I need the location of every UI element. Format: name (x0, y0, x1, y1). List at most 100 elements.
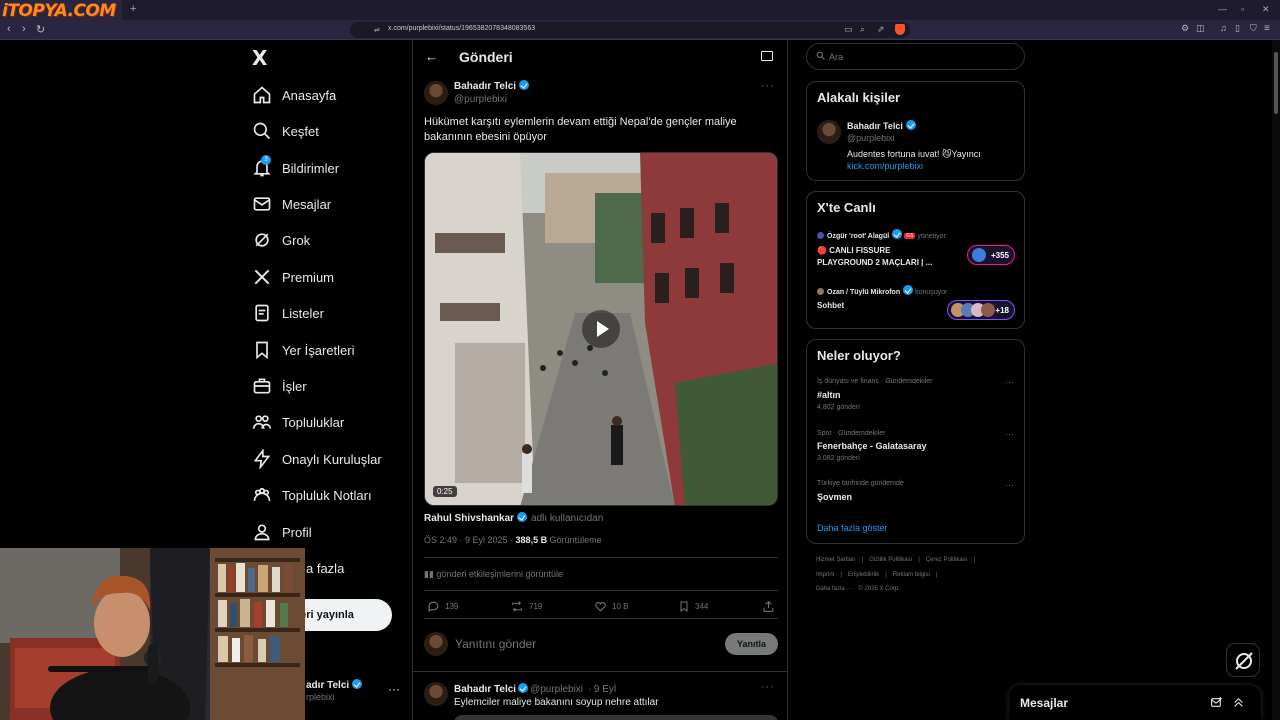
vpn-icon[interactable]: ⛉ (1250, 23, 1257, 34)
maximize-icon[interactable]: ▫ (1241, 4, 1244, 14)
sidebar-item-label: Onaylı Kuruluşlar (282, 451, 382, 467)
trend-more-icon[interactable]: ··· (1005, 429, 1014, 439)
sidebar-item-verified-orgs[interactable]: Onaylı Kuruluşlar (252, 447, 382, 471)
trend-more-icon[interactable]: ··· (1005, 480, 1014, 490)
footer-separator: | (935, 572, 938, 578)
x-logo[interactable]: X (252, 46, 267, 70)
terms-link[interactable]: Hizmet Şartları (816, 557, 856, 563)
next-author-avatar[interactable] (424, 682, 448, 706)
view-engagements-link[interactable]: ▮▮ gönderi etkileşimlerini görüntüle (424, 569, 563, 580)
url-bar[interactable]: ⇌ x.com/purplebixi/status/19653820783480… (350, 22, 910, 38)
trend-name[interactable]: #altın (817, 390, 841, 400)
back-icon[interactable]: ‹ (7, 23, 11, 35)
reload-icon[interactable]: ↻ (36, 23, 45, 36)
share-icon[interactable]: ⇗ (877, 24, 885, 35)
trend-name[interactable]: Şovmen (817, 492, 852, 502)
reply-button[interactable]: Yanıtla (725, 633, 778, 655)
webcam-overlay (0, 548, 305, 720)
play-icon[interactable] (582, 310, 620, 348)
sidebar-item-communities[interactable]: Topluluklar (252, 410, 344, 434)
reply-action[interactable]: 139 (427, 600, 458, 613)
sidebar-item-bookmarks[interactable]: Yer İşaretleri (252, 338, 355, 362)
sidebar-item-label: Grok (282, 232, 311, 248)
live-listeners-pill[interactable]: +18 (947, 300, 1015, 320)
footer-more-link[interactable]: Daha fazla ··· (816, 586, 852, 592)
close-icon[interactable]: ✕ (1262, 4, 1270, 15)
reader-mode-icon[interactable] (761, 51, 773, 61)
sidebar-item-premium[interactable]: Premium (252, 265, 334, 289)
sidebar-item-label: Profil (282, 524, 312, 540)
main-column: ← Gönderi Bahadır Telci @purplebixi ··· … (412, 40, 788, 720)
new-tab-button[interactable]: + (130, 3, 136, 15)
sidebar-item-messages[interactable]: Mesajlar (252, 192, 331, 216)
zoom-icon[interactable]: ⌕ (860, 24, 865, 35)
forward-icon[interactable]: › (22, 23, 26, 35)
related-link[interactable]: kick.com/purplebixi (847, 161, 923, 171)
live-title[interactable]: Sohbet (817, 300, 844, 312)
sidebar-item-community-notes[interactable]: Topluluk Notları (252, 483, 372, 507)
show-more-link[interactable]: Daha fazla göster (817, 523, 888, 533)
account-more-icon[interactable]: ··· (388, 682, 400, 696)
accessibility-link[interactable]: Erişilebilirlik (848, 572, 879, 578)
live-listeners-pill[interactable]: +355 (967, 245, 1015, 265)
next-tweet-more-icon[interactable]: ··· (761, 681, 775, 693)
related-people-card: Alakalı kişiler Bahadır Telci @purplebix… (806, 81, 1025, 181)
related-avatar[interactable] (817, 120, 841, 144)
privacy-link[interactable]: Gizlilik Politikası (869, 557, 912, 563)
repost-action[interactable]: 719 (510, 600, 542, 613)
account-name[interactable]: adır Telci (306, 679, 363, 691)
sidebar-item-home[interactable]: Anasayfa (252, 83, 336, 107)
sidebar-toggle-icon[interactable]: ▯ (1235, 23, 1240, 34)
trend-more-icon[interactable]: ··· (1005, 377, 1014, 387)
sidebar-item-jobs[interactable]: İşler (252, 374, 307, 398)
live-host[interactable]: Ozan / Tüylü Mikrofon konuşuyor (817, 285, 947, 296)
sidebar-item-profile[interactable]: Profil (252, 520, 312, 544)
url-text[interactable]: x.com/purplebixi/status/1965382078348083… (388, 25, 535, 32)
tweet-more-icon[interactable]: ··· (761, 80, 775, 92)
imprint-link[interactable]: Imprint (816, 572, 834, 578)
cookie-link[interactable]: Çerez Politikası (926, 557, 968, 563)
author-name[interactable]: Bahadır Telci (454, 80, 530, 92)
share-action[interactable] (762, 600, 780, 613)
next-tweet-media[interactable] (454, 715, 778, 720)
sidebar-item-notifications[interactable]: 3 Bildirimler (252, 155, 339, 180)
page-scrollbar[interactable] (1272, 40, 1280, 720)
video-credit[interactable]: Rahul Shivshankar adlı kullanıcıdan (424, 512, 603, 524)
search-input[interactable]: Ara (829, 52, 843, 62)
expand-icon[interactable] (1232, 696, 1245, 709)
grok-button[interactable] (1226, 643, 1260, 677)
live-title[interactable]: 🔴 CANLI FISSURE PLAYGROUND 2 MAÇLARI | .… (817, 245, 932, 269)
music-icon[interactable]: ♫ (1220, 23, 1227, 33)
browser-tab[interactable]: iTOPYA.COM (0, 0, 122, 21)
cast-icon[interactable]: ▭ (844, 24, 853, 35)
extensions-icon[interactable]: ⚙ (1181, 23, 1189, 34)
sidebar-item-lists[interactable]: Listeler (252, 301, 324, 325)
author-handle[interactable]: @purplebixi (454, 94, 507, 105)
my-avatar[interactable] (424, 632, 448, 656)
minimize-icon[interactable]: — (1218, 4, 1227, 14)
bookmark-action[interactable]: 344 (678, 600, 708, 613)
new-message-icon[interactable] (1210, 696, 1223, 709)
tweet-video[interactable]: 0:25 (424, 152, 778, 506)
ads-info-link[interactable]: Reklam bilgisi (893, 572, 930, 578)
wallet-icon[interactable]: ◫ (1196, 23, 1205, 34)
scrollbar-thumb[interactable] (1274, 52, 1278, 114)
messages-drawer[interactable]: Mesajlar (1009, 685, 1261, 720)
live-host[interactable]: Özgür 'root' Alagül GS yönetiyor (817, 229, 946, 240)
trend-name[interactable]: Fenerbahçe - Galatasaray (817, 441, 927, 451)
x-premium-icon (254, 269, 270, 285)
related-handle[interactable]: @purplebixi (847, 133, 895, 143)
related-name[interactable]: Bahadır Telci (847, 120, 916, 131)
menu-icon[interactable]: ≡ (1264, 23, 1270, 34)
trend-category: İş dünyası ve finans · Gündemdekiler (817, 378, 933, 385)
sidebar-item-explore[interactable]: Keşfet (252, 119, 319, 143)
reply-input[interactable]: Yanıtını gönder (455, 637, 536, 651)
sidebar-item-grok[interactable]: Grok (252, 228, 310, 252)
next-tweet-author[interactable]: Bahadır Telci @purplebixi · 9 Eyl (454, 683, 616, 695)
author-avatar[interactable] (424, 81, 448, 105)
like-action[interactable]: 10 B (594, 600, 628, 613)
brave-shield-icon[interactable] (895, 24, 905, 35)
back-arrow-icon[interactable]: ← (425, 49, 438, 64)
search-box[interactable]: Ara (806, 43, 1025, 70)
site-settings-icon[interactable]: ⇌ (374, 26, 380, 34)
